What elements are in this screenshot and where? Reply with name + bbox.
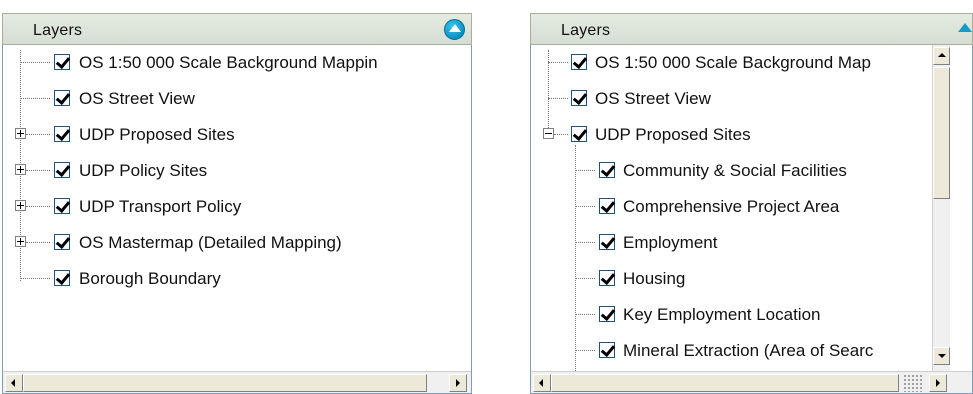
layer-label: UDP Proposed Sites: [79, 125, 235, 144]
layer-label: Borough Boundary: [79, 269, 221, 288]
collapse-panel-icon[interactable]: [958, 23, 972, 32]
layer-checkbox[interactable]: [571, 54, 587, 70]
layer-label: OS Street View: [79, 89, 195, 108]
layer-label: Comprehensive Project Area: [623, 197, 840, 216]
tree-connector-line: [575, 278, 595, 279]
expand-node-icon[interactable]: [15, 128, 26, 139]
layer-checkbox[interactable]: [54, 234, 70, 250]
collapse-panel-button[interactable]: [444, 19, 465, 40]
layer-checkbox[interactable]: [571, 90, 587, 106]
layer-label: Community & Social Facilities: [623, 161, 847, 180]
scroll-right-button[interactable]: [449, 374, 467, 392]
layer-checkbox[interactable]: [54, 162, 70, 178]
layers-tree: OS 1:50 000 Scale Background Map OS Stre…: [531, 45, 954, 371]
layer-label: Employment: [623, 233, 718, 252]
layer-row[interactable]: OS Mastermap (Detailed Mapping): [3, 225, 471, 261]
tree-connector-line: [575, 350, 595, 351]
sublayer-row[interactable]: Comprehensive Project Area: [531, 189, 954, 225]
panel-title: Layers: [33, 22, 83, 39]
layer-label: OS 1:50 000 Scale Background Map: [595, 53, 871, 72]
layer-checkbox[interactable]: [54, 54, 70, 70]
layer-checkbox[interactable]: [54, 270, 70, 286]
tree-connector-line: [26, 134, 50, 135]
expand-node-icon[interactable]: [15, 200, 26, 211]
layer-row[interactable]: Borough Boundary: [3, 261, 471, 297]
sublayer-row[interactable]: Key Employment Location: [531, 297, 954, 333]
tree-connector-line: [26, 206, 50, 207]
layer-row[interactable]: OS Street View: [531, 81, 954, 117]
tree-connector-line: [548, 62, 568, 63]
layers-panel-right: Layers OS 1:50 000 Scale Background Map …: [530, 13, 973, 394]
layer-label: UDP Proposed Sites: [595, 125, 751, 144]
layer-checkbox[interactable]: [599, 270, 615, 286]
layer-row[interactable]: UDP Policy Sites: [3, 153, 471, 189]
tree-connector-line: [575, 314, 595, 315]
collapse-node-icon[interactable]: [543, 128, 554, 139]
layer-row[interactable]: OS 1:50 000 Scale Background Map: [531, 45, 954, 81]
tree-connector-line: [575, 170, 595, 171]
panel-header: Layers: [530, 13, 973, 45]
layers-tree-container: OS 1:50 000 Scale Background Mappin OS S…: [2, 45, 472, 394]
layer-label: Housing: [623, 269, 686, 288]
layer-checkbox[interactable]: [599, 198, 615, 214]
layer-checkbox[interactable]: [54, 90, 70, 106]
layer-checkbox[interactable]: [599, 162, 615, 178]
layer-checkbox[interactable]: [599, 234, 615, 250]
layer-checkbox[interactable]: [54, 198, 70, 214]
sublayer-row[interactable]: Housing: [531, 261, 954, 297]
tree-connector-line: [575, 206, 595, 207]
layer-label: UDP Policy Sites: [79, 161, 208, 180]
tree-connector-line: [575, 242, 595, 243]
layer-row[interactable]: UDP Proposed Sites: [531, 117, 954, 153]
layers-tree: OS 1:50 000 Scale Background Mappin OS S…: [3, 45, 471, 371]
layer-label: OS Street View: [595, 89, 711, 108]
scrollbar-thumb[interactable]: [23, 374, 427, 392]
scroll-left-button[interactable]: [5, 374, 23, 392]
layer-row[interactable]: UDP Proposed Sites: [3, 117, 471, 153]
expand-node-icon[interactable]: [15, 236, 26, 247]
panel-title: Layers: [561, 22, 611, 39]
scroll-down-button[interactable]: [933, 347, 950, 365]
tree-connector-line: [20, 62, 50, 63]
horizontal-scrollbar[interactable]: [3, 371, 471, 393]
sublayer-row[interactable]: Mineral Extraction (Area of Searc: [531, 333, 954, 369]
layer-row[interactable]: OS Street View: [3, 81, 471, 117]
tree-connector-line: [26, 170, 50, 171]
scroll-left-button[interactable]: [533, 374, 551, 392]
tree-connector-line: [26, 242, 50, 243]
tree-connector-line: [554, 134, 568, 135]
expand-node-icon[interactable]: [15, 164, 26, 175]
layer-checkbox[interactable]: [599, 342, 615, 358]
layer-row[interactable]: OS 1:50 000 Scale Background Mappin: [3, 45, 471, 81]
scrollbar-thumb[interactable]: [551, 374, 899, 392]
layer-checkbox[interactable]: [599, 306, 615, 322]
tree-connector-line: [20, 98, 50, 99]
tree-connector-line: [548, 98, 568, 99]
layer-row[interactable]: UDP Transport Policy: [3, 189, 471, 225]
tree-connector-line: [20, 278, 50, 279]
scroll-up-button[interactable]: [933, 47, 950, 65]
layers-tree-container: OS 1:50 000 Scale Background Map OS Stre…: [530, 45, 973, 394]
layers-panel-left: Layers OS 1:50 000 Scale Background Mapp…: [2, 13, 472, 394]
sublayer-row[interactable]: Community & Social Facilities: [531, 153, 954, 189]
sublayer-row[interactable]: Employment: [531, 225, 954, 261]
layer-label: Key Employment Location: [623, 305, 821, 324]
vertical-scrollbar[interactable]: [932, 45, 950, 371]
scrollbar-track-grip: [903, 374, 923, 392]
scrollbar-thumb[interactable]: [933, 67, 950, 199]
layer-label: OS 1:50 000 Scale Background Mappin: [79, 53, 378, 72]
layer-label: OS Mastermap (Detailed Mapping): [79, 233, 342, 252]
scroll-right-button[interactable]: [929, 374, 947, 392]
layer-label: Mineral Extraction (Area of Searc: [623, 341, 874, 360]
layer-label: UDP Transport Policy: [79, 197, 242, 216]
horizontal-scrollbar[interactable]: [531, 371, 972, 393]
panel-header: Layers: [2, 13, 472, 45]
layer-checkbox[interactable]: [571, 126, 587, 142]
layer-checkbox[interactable]: [54, 126, 70, 142]
